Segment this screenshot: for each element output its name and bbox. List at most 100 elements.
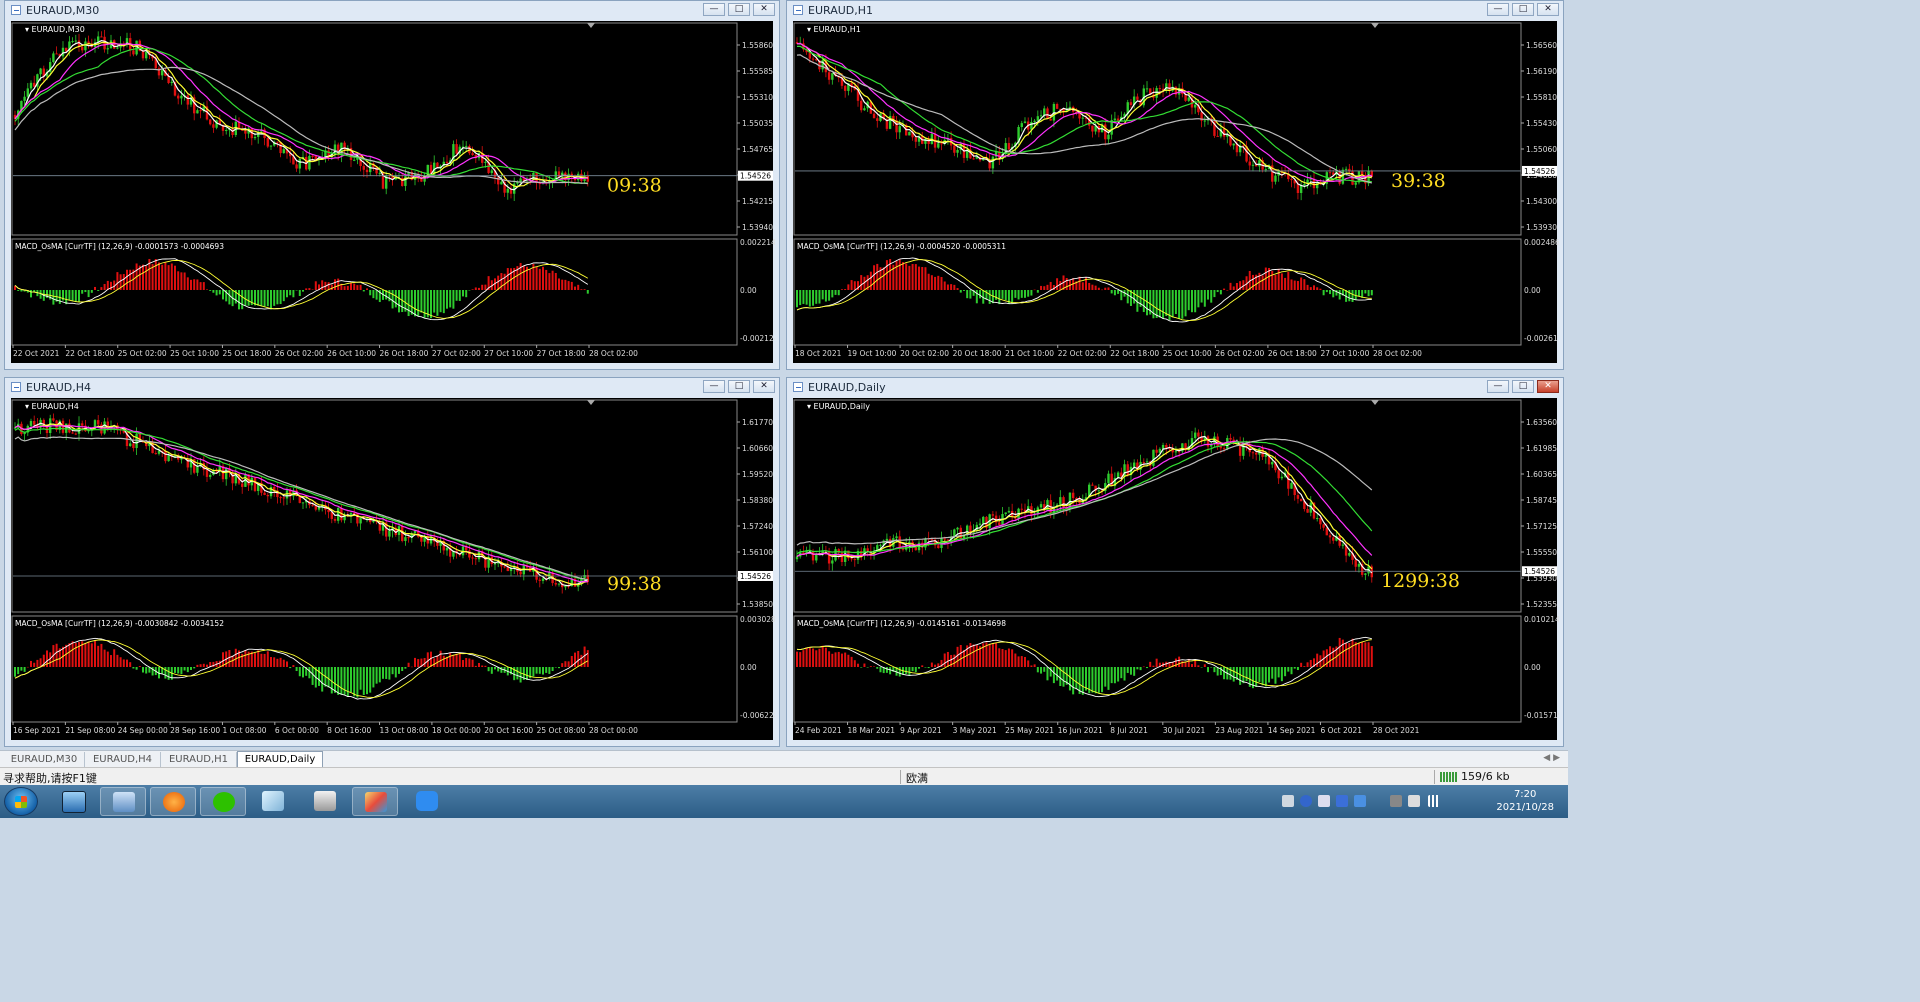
tab-euraud-daily[interactable]: EURAUD,Daily [237, 751, 323, 768]
chart-svg[interactable]: ▾ EURAUD,Daily 1.63560 1.61985 1.60365 1.587… [793, 398, 1559, 742]
close-button[interactable]: ✕ [1537, 3, 1559, 16]
maximize-button[interactable]: □ [1512, 3, 1534, 16]
macd-histogram-bar [458, 653, 461, 667]
macd-histogram-bar [1117, 667, 1120, 682]
chart-area[interactable]: ▾ EURAUD,H4 1.61770 1.60660 1.59520 1.58380 1… [11, 398, 775, 742]
macd-histogram-bar [959, 645, 962, 667]
macd-histogram-bar [167, 265, 170, 290]
minimize-button[interactable]: — [703, 380, 725, 393]
start-button[interactable] [4, 787, 38, 816]
price-tick-label: 1.53940 [742, 223, 773, 232]
candle-body [455, 144, 458, 154]
chart-window-h1[interactable]: EURAUD,H1 — □ ✕ ▾ EURAUD,H1 1.56560 1.5619… [786, 0, 1564, 370]
chart-area[interactable]: ▾ EURAUD,H1 1.56560 1.56190 1.55810 1.55430 1… [793, 21, 1559, 365]
close-button[interactable]: ✕ [753, 3, 775, 16]
macd-histogram-bar [564, 661, 567, 667]
candle-body [1129, 102, 1133, 106]
macd-histogram-bar [1007, 648, 1010, 667]
chart-window-h4[interactable]: EURAUD,H4 — □ ✕ ▾ EURAUD,H4 1.61770 1.6066… [4, 377, 780, 747]
chart-svg[interactable]: ▾ EURAUD,H1 1.56560 1.56190 1.55810 1.55430 1… [793, 21, 1559, 365]
macd-histogram-bar [1133, 290, 1136, 304]
tray-settings-icon[interactable] [1318, 795, 1330, 807]
tray-network-icon[interactable] [1390, 795, 1402, 807]
price-tick-label: 1.55310 [742, 93, 773, 102]
macd-histogram-bar [1162, 290, 1165, 319]
ma-line-white [14, 421, 589, 587]
minimize-button[interactable]: — [703, 3, 725, 16]
chart-window-daily[interactable]: EURAUD,Daily — □ ✕ ▾ EURAUD,Daily 1.63560… [786, 377, 1564, 747]
macd-histogram-bar [979, 290, 982, 299]
window-titlebar[interactable]: EURAUD,Daily — □ ✕ [787, 378, 1563, 396]
candle-body [26, 88, 29, 97]
ma-line-magenta [14, 424, 588, 583]
maximize-button[interactable]: □ [1512, 380, 1534, 393]
tab-euraud-m30[interactable]: EURAUD,M30 [4, 752, 85, 767]
window-titlebar[interactable]: EURAUD,H4 — □ ✕ [5, 378, 779, 396]
tray-shield-icon[interactable] [1354, 795, 1366, 807]
candle-body [205, 469, 209, 477]
minimize-button[interactable]: — [1487, 380, 1509, 393]
macd-histogram-bar [391, 667, 394, 675]
tray-security-icon[interactable] [1336, 795, 1348, 807]
macd-histogram-bar [442, 290, 445, 314]
chart-svg[interactable]: ▾ EURAUD,H4 1.61770 1.60660 1.59520 1.58380 1… [11, 398, 775, 742]
macd-histogram-bar [87, 641, 90, 667]
chart-area[interactable]: ▾ EURAUD,Daily 1.63560 1.61985 1.60365 1.587… [793, 398, 1559, 742]
candle-body [29, 82, 33, 89]
candle-body [407, 537, 410, 539]
candle-body [311, 155, 314, 157]
macd-histogram-bar [36, 659, 39, 667]
time-axis-label: 20 Oct 02:00 [900, 349, 949, 358]
candle-body [519, 571, 522, 575]
time-axis-label: 25 Oct 18:00 [222, 349, 271, 358]
price-tick-label: 1.56560 [1526, 41, 1557, 50]
tray-keyboard-icon[interactable] [1282, 795, 1294, 807]
macd-histogram-bar [1017, 656, 1020, 667]
maximize-button[interactable]: □ [728, 380, 750, 393]
tray-volume-icon[interactable] [1408, 795, 1420, 807]
macd-histogram-bar [1097, 287, 1100, 290]
macd-histogram-bar [586, 290, 589, 294]
close-button[interactable]: ✕ [753, 380, 775, 393]
macd-histogram-bar [1011, 290, 1014, 304]
macd-histogram-bar [1171, 290, 1174, 318]
window-titlebar[interactable]: EURAUD,H1 — □ ✕ [787, 1, 1563, 19]
taskbar-terminal[interactable] [100, 787, 146, 816]
tray-signal-icon[interactable] [1428, 795, 1440, 807]
taskbar-app-orange[interactable] [150, 787, 196, 816]
macd-histogram-bar [260, 653, 263, 667]
tray-help-icon[interactable] [1300, 795, 1312, 807]
macd-histogram-bar [340, 667, 343, 695]
tab-euraud-h4[interactable]: EURAUD,H4 [85, 752, 161, 767]
chart-svg[interactable]: ▾ EURAUD,M30 1.55860 1.55585 1.55310 1.55035… [11, 21, 775, 365]
macd-histogram-bar [362, 290, 365, 292]
macd-histogram-bar [1207, 667, 1210, 673]
chart-window-m30[interactable]: EURAUD,M30 — □ ✕ ▾ EURAUD,M30 1.55860 1.55… [4, 0, 780, 370]
window-titlebar[interactable]: EURAUD,M30 — □ ✕ [5, 1, 779, 19]
taskbar-wechat[interactable] [200, 787, 246, 816]
maximize-button[interactable]: □ [728, 3, 750, 16]
taskbar-clock[interactable]: 7:20 2021/10/28 [1496, 788, 1554, 814]
tab-scroll-arrows[interactable]: ◀ ▶ [1543, 753, 1560, 763]
macd-histogram-bar [1203, 664, 1206, 667]
macd-histogram-bar [905, 667, 908, 674]
taskbar-app-files[interactable] [302, 787, 348, 816]
macd-histogram-bar [580, 289, 583, 290]
candle-body [141, 50, 145, 59]
tab-euraud-h1[interactable]: EURAUD,H1 [161, 752, 237, 767]
macd-histogram-bar [270, 290, 272, 310]
macd-histogram-bar [455, 653, 458, 667]
taskbar-app-paint[interactable] [352, 787, 398, 816]
taskbar-app-blue[interactable] [404, 787, 450, 816]
macd-histogram-bar [1322, 290, 1325, 296]
macd-histogram-bar [1348, 643, 1351, 667]
taskbar-app-glass[interactable] [250, 787, 296, 816]
macd-histogram-bar [449, 290, 452, 308]
minimize-button[interactable]: — [1487, 3, 1509, 16]
candle-body [372, 520, 375, 523]
macd-histogram-bar [876, 667, 879, 669]
chart-area[interactable]: ▾ EURAUD,M30 1.55860 1.55585 1.55310 1.55035… [11, 21, 775, 365]
macd-histogram-bar [1296, 667, 1299, 671]
taskbar-desktop[interactable] [50, 787, 96, 816]
close-button[interactable]: ✕ [1537, 380, 1559, 393]
